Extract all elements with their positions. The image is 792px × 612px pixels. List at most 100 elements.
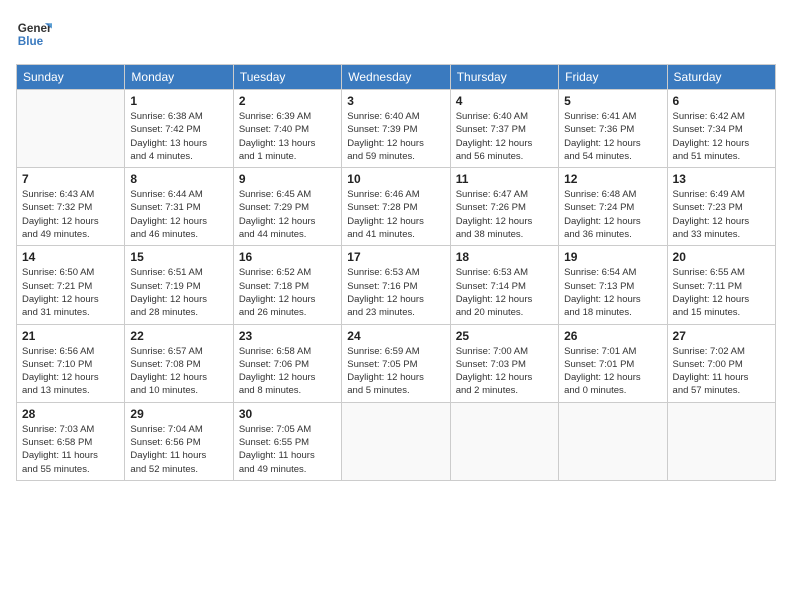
day-number: 18 — [456, 250, 553, 264]
day-info: Sunrise: 7:05 AM Sunset: 6:55 PM Dayligh… — [239, 423, 336, 476]
calendar-cell: 13 Sunrise: 6:49 AM Sunset: 7:23 PM Dayli… — [667, 168, 775, 246]
calendar-cell: 27 Sunrise: 7:02 AM Sunset: 7:00 PM Dayli… — [667, 324, 775, 402]
calendar-cell: 17 Sunrise: 6:53 AM Sunset: 7:16 PM Dayli… — [342, 246, 450, 324]
day-number: 8 — [130, 172, 227, 186]
day-number: 29 — [130, 407, 227, 421]
day-info: Sunrise: 6:43 AM Sunset: 7:32 PM Dayligh… — [22, 188, 119, 241]
calendar-cell: 14 Sunrise: 6:50 AM Sunset: 7:21 PM Dayli… — [17, 246, 125, 324]
calendar-cell: 3Sunrise: 6:40 AM Sunset: 7:39 PM Daylig… — [342, 90, 450, 168]
day-number: 20 — [673, 250, 770, 264]
calendar-cell: 5Sunrise: 6:41 AM Sunset: 7:36 PM Daylig… — [559, 90, 667, 168]
calendar-cell: 22 Sunrise: 6:57 AM Sunset: 7:08 PM Dayli… — [125, 324, 233, 402]
day-info: Sunrise: 6:52 AM Sunset: 7:18 PM Dayligh… — [239, 266, 336, 319]
calendar-cell: 16 Sunrise: 6:52 AM Sunset: 7:18 PM Dayli… — [233, 246, 341, 324]
calendar-cell: 8 Sunrise: 6:44 AM Sunset: 7:31 PM Daylig… — [125, 168, 233, 246]
calendar-cell: 20Sunrise: 6:55 AM Sunset: 7:11 PM Dayli… — [667, 246, 775, 324]
day-number: 4 — [456, 94, 553, 108]
calendar-cell: 15 Sunrise: 6:51 AM Sunset: 7:19 PM Dayli… — [125, 246, 233, 324]
calendar-cell: 6 Sunrise: 6:42 AM Sunset: 7:34 PM Daylig… — [667, 90, 775, 168]
day-number: 11 — [456, 172, 553, 186]
day-info: Sunrise: 6:44 AM Sunset: 7:31 PM Dayligh… — [130, 188, 227, 241]
calendar-cell: 30Sunrise: 7:05 AM Sunset: 6:55 PM Dayli… — [233, 402, 341, 480]
day-info: Sunrise: 6:45 AM Sunset: 7:29 PM Dayligh… — [239, 188, 336, 241]
calendar-cell — [450, 402, 558, 480]
day-number: 15 — [130, 250, 227, 264]
day-number: 22 — [130, 329, 227, 343]
header-wednesday: Wednesday — [342, 65, 450, 90]
calendar-cell: 4 Sunrise: 6:40 AM Sunset: 7:37 PM Daylig… — [450, 90, 558, 168]
day-number: 13 — [673, 172, 770, 186]
day-number: 5 — [564, 94, 661, 108]
day-info: Sunrise: 7:03 AM Sunset: 6:58 PM Dayligh… — [22, 423, 119, 476]
day-number: 28 — [22, 407, 119, 421]
day-number: 9 — [239, 172, 336, 186]
day-number: 10 — [347, 172, 444, 186]
day-number: 16 — [239, 250, 336, 264]
day-info: Sunrise: 6:54 AM Sunset: 7:13 PM Dayligh… — [564, 266, 661, 319]
day-info: Sunrise: 6:56 AM Sunset: 7:10 PM Dayligh… — [22, 345, 119, 398]
day-info: Sunrise: 6:50 AM Sunset: 7:21 PM Dayligh… — [22, 266, 119, 319]
day-info: Sunrise: 6:53 AM Sunset: 7:16 PM Dayligh… — [347, 266, 444, 319]
header-monday: Monday — [125, 65, 233, 90]
day-number: 1 — [130, 94, 227, 108]
logo: General Blue — [16, 16, 52, 52]
day-info: Sunrise: 7:01 AM Sunset: 7:01 PM Dayligh… — [564, 345, 661, 398]
day-number: 12 — [564, 172, 661, 186]
day-info: Sunrise: 6:40 AM Sunset: 7:37 PM Dayligh… — [456, 110, 553, 163]
day-number: 21 — [22, 329, 119, 343]
weekday-header-row: SundayMondayTuesdayWednesdayThursdayFrid… — [17, 65, 776, 90]
day-info: Sunrise: 6:51 AM Sunset: 7:19 PM Dayligh… — [130, 266, 227, 319]
day-info: Sunrise: 6:57 AM Sunset: 7:08 PM Dayligh… — [130, 345, 227, 398]
calendar-cell — [667, 402, 775, 480]
day-number: 2 — [239, 94, 336, 108]
calendar-cell: 29Sunrise: 7:04 AM Sunset: 6:56 PM Dayli… — [125, 402, 233, 480]
calendar-cell: 19 Sunrise: 6:54 AM Sunset: 7:13 PM Dayli… — [559, 246, 667, 324]
day-info: Sunrise: 6:42 AM Sunset: 7:34 PM Dayligh… — [673, 110, 770, 163]
day-info: Sunrise: 6:53 AM Sunset: 7:14 PM Dayligh… — [456, 266, 553, 319]
calendar-cell: 1 Sunrise: 6:38 AM Sunset: 7:42 PM Daylig… — [125, 90, 233, 168]
day-info: Sunrise: 6:49 AM Sunset: 7:23 PM Dayligh… — [673, 188, 770, 241]
day-info: Sunrise: 6:40 AM Sunset: 7:39 PM Dayligh… — [347, 110, 444, 163]
day-number: 14 — [22, 250, 119, 264]
header-tuesday: Tuesday — [233, 65, 341, 90]
week-row-3: 14 Sunrise: 6:50 AM Sunset: 7:21 PM Dayli… — [17, 246, 776, 324]
page-header: General Blue — [16, 16, 776, 52]
day-number: 26 — [564, 329, 661, 343]
day-info: Sunrise: 6:38 AM Sunset: 7:42 PM Dayligh… — [130, 110, 227, 163]
day-number: 19 — [564, 250, 661, 264]
header-friday: Friday — [559, 65, 667, 90]
calendar-cell: 24 Sunrise: 6:59 AM Sunset: 7:05 PM Dayli… — [342, 324, 450, 402]
day-number: 27 — [673, 329, 770, 343]
day-number: 17 — [347, 250, 444, 264]
day-number: 24 — [347, 329, 444, 343]
calendar-cell: 10Sunrise: 6:46 AM Sunset: 7:28 PM Dayli… — [342, 168, 450, 246]
day-info: Sunrise: 6:58 AM Sunset: 7:06 PM Dayligh… — [239, 345, 336, 398]
week-row-2: 7 Sunrise: 6:43 AM Sunset: 7:32 PM Daylig… — [17, 168, 776, 246]
calendar-cell — [342, 402, 450, 480]
calendar-cell: 7 Sunrise: 6:43 AM Sunset: 7:32 PM Daylig… — [17, 168, 125, 246]
week-row-1: 1 Sunrise: 6:38 AM Sunset: 7:42 PM Daylig… — [17, 90, 776, 168]
svg-text:Blue: Blue — [18, 35, 44, 48]
calendar-cell: 21 Sunrise: 6:56 AM Sunset: 7:10 PM Dayli… — [17, 324, 125, 402]
calendar-cell: 26 Sunrise: 7:01 AM Sunset: 7:01 PM Dayli… — [559, 324, 667, 402]
calendar-cell: 25 Sunrise: 7:00 AM Sunset: 7:03 PM Dayli… — [450, 324, 558, 402]
day-info: Sunrise: 6:47 AM Sunset: 7:26 PM Dayligh… — [456, 188, 553, 241]
day-info: Sunrise: 6:39 AM Sunset: 7:40 PM Dayligh… — [239, 110, 336, 163]
calendar-cell: 28 Sunrise: 7:03 AM Sunset: 6:58 PM Dayli… — [17, 402, 125, 480]
day-number: 7 — [22, 172, 119, 186]
calendar-table: SundayMondayTuesdayWednesdayThursdayFrid… — [16, 64, 776, 481]
header-sunday: Sunday — [17, 65, 125, 90]
day-number: 25 — [456, 329, 553, 343]
calendar-cell: 11 Sunrise: 6:47 AM Sunset: 7:26 PM Dayli… — [450, 168, 558, 246]
day-number: 6 — [673, 94, 770, 108]
calendar-cell — [17, 90, 125, 168]
day-info: Sunrise: 7:00 AM Sunset: 7:03 PM Dayligh… — [456, 345, 553, 398]
calendar-cell: 2 Sunrise: 6:39 AM Sunset: 7:40 PM Daylig… — [233, 90, 341, 168]
calendar-cell: 9 Sunrise: 6:45 AM Sunset: 7:29 PM Daylig… — [233, 168, 341, 246]
day-info: Sunrise: 6:59 AM Sunset: 7:05 PM Dayligh… — [347, 345, 444, 398]
day-number: 23 — [239, 329, 336, 343]
header-saturday: Saturday — [667, 65, 775, 90]
calendar-cell: 23 Sunrise: 6:58 AM Sunset: 7:06 PM Dayli… — [233, 324, 341, 402]
header-thursday: Thursday — [450, 65, 558, 90]
day-info: Sunrise: 7:02 AM Sunset: 7:00 PM Dayligh… — [673, 345, 770, 398]
